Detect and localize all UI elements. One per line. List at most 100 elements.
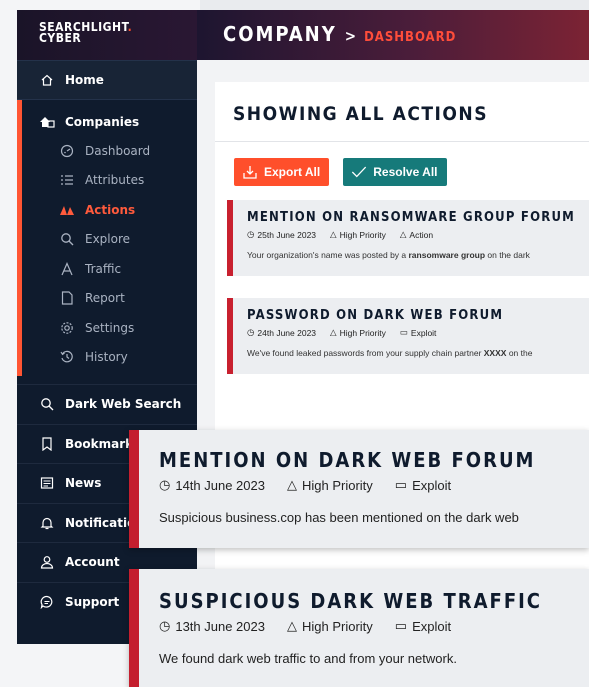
sidebar-item-label: Traffic (85, 261, 122, 276)
sidebar-item-actions[interactable]: Actions (22, 195, 197, 225)
app-window: SEARCHLIGHT.CYBER Home Companies Dashbo (17, 10, 589, 644)
sidebar-item-label: Report (85, 291, 125, 306)
search-icon (59, 231, 75, 247)
clock-icon: ◷ (159, 618, 171, 633)
export-all-button[interactable]: Export All (234, 158, 330, 186)
action-type: Exploit (412, 477, 452, 493)
sidebar-item-label: News (65, 476, 102, 491)
action-meta: ◷ 24th June 2023 △ High Priority ▭ Exploit (247, 327, 589, 338)
sidebar-item-companies[interactable]: Companies (22, 108, 197, 136)
sidebar-item-label: Attributes (85, 173, 145, 188)
chat-icon (39, 594, 55, 610)
action-priority: High Priority (339, 327, 386, 338)
action-description: Suspicious business.cop has been mention… (159, 510, 519, 525)
checkmark-icon (351, 164, 367, 180)
divider (17, 376, 197, 384)
warning-icon: △ (399, 229, 407, 239)
export-icon (242, 164, 258, 180)
action-description: We've found leaked passwords from your s… (247, 348, 533, 358)
action-date: 25th June 2023 (257, 229, 317, 240)
export-all-label: Export All (264, 165, 321, 179)
home-icon (39, 72, 55, 88)
calendar-icon: ▭ (399, 327, 408, 337)
sidebar: SEARCHLIGHT.CYBER Home Companies Dashbo (17, 10, 197, 644)
action-description: Your organization's name was posted by a… (247, 250, 530, 260)
sidebar-item-label: Support (65, 594, 120, 609)
traffic-icon (59, 261, 75, 277)
gear-icon (59, 320, 75, 336)
sidebar-item-explore[interactable]: Explore (22, 225, 197, 255)
floating-action-card[interactable]: SUSPICIOUS DARK WEB TRAFFIC ◷ 13th June 2… (129, 569, 589, 687)
action-type: Exploit (412, 618, 452, 634)
sidebar-item-history[interactable]: History (22, 343, 197, 373)
action-title: SUSPICIOUS DARK WEB TRAFFIC (159, 589, 543, 613)
action-meta: ◷ 13th June 2023 △ High Priority ▭ Exploit (159, 618, 589, 634)
toolbar: Export All Resolve All (215, 142, 589, 200)
sidebar-item-label: Settings (85, 320, 135, 335)
user-icon (39, 554, 55, 570)
clock-icon: ◷ (159, 477, 171, 492)
action-title: MENTION ON DARK WEB FORUM (159, 448, 536, 472)
sidebar-item-label: History (85, 350, 128, 365)
news-icon (39, 475, 55, 491)
breadcrumb: COMPANY > DASHBOARD (223, 22, 456, 46)
breadcrumb-separator: > (344, 27, 357, 45)
history-icon (59, 349, 75, 365)
sidebar-item-label: Companies (65, 115, 140, 129)
action-date: 13th June 2023 (175, 618, 265, 634)
floating-action-card[interactable]: MENTION ON DARK WEB FORUM ◷ 14th June 202… (129, 430, 589, 548)
warning-icon: △ (330, 327, 337, 337)
calendar-icon: ▭ (394, 618, 408, 633)
sidebar-item-label: Account (65, 555, 120, 570)
sidebar-item-settings[interactable]: Settings (22, 313, 197, 343)
sidebar-item-attributes[interactable]: Attributes (22, 166, 197, 196)
bell-icon (39, 515, 55, 531)
page-title: SHOWING ALL ACTIONS (215, 82, 589, 142)
action-date: 24th June 2023 (257, 327, 317, 338)
action-meta: ◷ 14th June 2023 △ High Priority ▭ Exploit (159, 477, 589, 493)
warning-icon: △ (286, 477, 297, 492)
action-date: 14th June 2023 (175, 477, 265, 493)
sidebar-item-label: Home (65, 73, 104, 87)
sidebar-item-label: Actions (85, 202, 136, 217)
sidebar-item-dark-web-search[interactable]: Dark Web Search (17, 384, 197, 424)
resolve-all-label: Resolve All (373, 165, 438, 179)
sidebar-item-report[interactable]: Report (22, 284, 197, 314)
calendar-icon: ▭ (394, 477, 408, 492)
sidebar-item-label: Dark Web Search (65, 397, 182, 412)
action-priority: High Priority (339, 229, 386, 240)
companies-icon (39, 114, 55, 130)
sidebar-item-label: Explore (85, 232, 131, 247)
warning-icon: △ (330, 229, 337, 239)
resolve-all-button[interactable]: Resolve All (343, 158, 448, 186)
action-meta: ◷ 25th June 2023 △ High Priority △ Action (247, 229, 589, 240)
action-title: PASSWORD ON DARK WEB FORUM (247, 308, 504, 323)
logo[interactable]: SEARCHLIGHT. CYBER (17, 10, 197, 60)
search-icon (39, 396, 55, 412)
report-icon (59, 290, 75, 306)
action-priority: High Priority (301, 618, 373, 634)
list-icon (59, 172, 75, 188)
actions-icon (59, 202, 75, 218)
breadcrumb-company[interactable]: COMPANY (223, 22, 337, 46)
sidebar-item-dashboard[interactable]: Dashboard (22, 136, 197, 166)
stage: SEARCHLIGHT.CYBER Home Companies Dashbo (0, 0, 589, 687)
action-card[interactable]: PASSWORD ON DARK WEB FORUM ◷ 24th June 20… (227, 298, 589, 374)
top-bar: COMPANY > DASHBOARD (197, 10, 589, 60)
actions-panel: SHOWING ALL ACTIONS Export All Resolve A… (215, 82, 589, 644)
clock-icon: ◷ (247, 229, 255, 239)
warning-icon: △ (286, 618, 297, 633)
sidebar-item-home[interactable]: Home (17, 60, 197, 100)
action-title: MENTION ON RANSOMWARE GROUP FORUM (247, 210, 575, 225)
action-priority: High Priority (301, 477, 373, 493)
sidebar-item-label: Dashboard (85, 143, 151, 158)
action-card[interactable]: MENTION ON RANSOMWARE GROUP FORUM ◷ 25th … (227, 200, 589, 276)
dashboard-icon (59, 143, 75, 159)
action-type: Action (409, 229, 434, 240)
sidebar-item-traffic[interactable]: Traffic (22, 254, 197, 284)
clock-icon: ◷ (247, 327, 255, 337)
action-description: We found dark web traffic to and from yo… (159, 651, 457, 666)
sidebar-group-companies: Companies Dashboard Attributes Actions E… (17, 100, 197, 376)
breadcrumb-current: DASHBOARD (364, 30, 457, 45)
bookmark-icon (39, 436, 55, 452)
